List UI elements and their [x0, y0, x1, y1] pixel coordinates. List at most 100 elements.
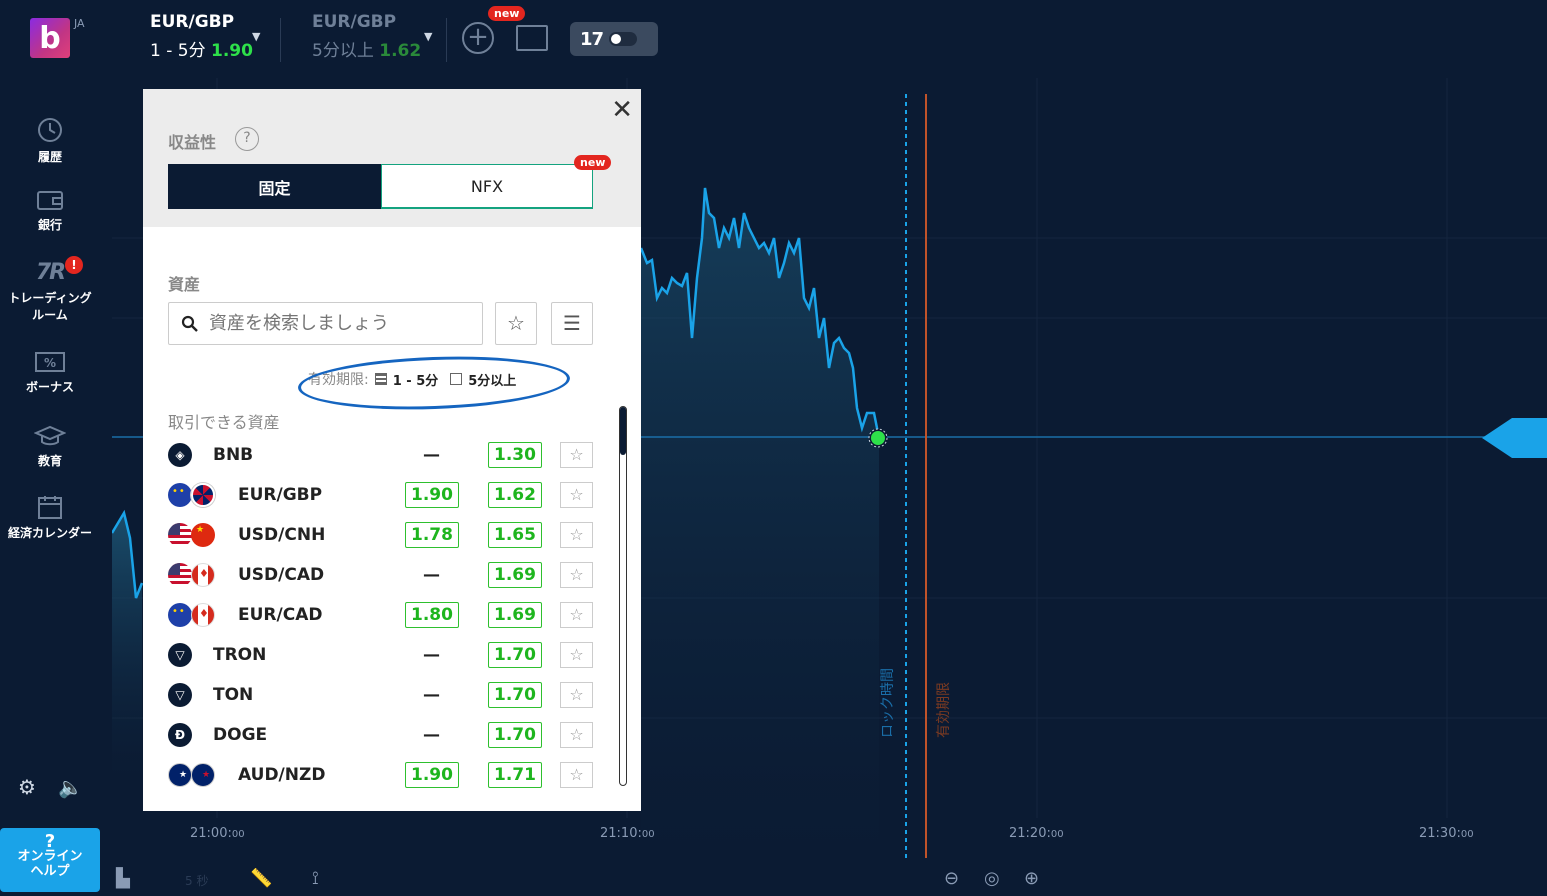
graduation-cap-icon	[34, 425, 66, 446]
bnb-icon: ◈	[168, 443, 192, 467]
asset-row-bnb[interactable]: ◈ BNB — 1.30 ☆	[168, 435, 598, 475]
sidebar-item-education[interactable]: 教育	[0, 424, 100, 469]
asset-name: BNB	[213, 445, 254, 465]
new-badge: new	[574, 155, 612, 170]
center-icon[interactable]: ◎	[984, 868, 1000, 889]
x-tick: 21:10:00	[600, 826, 655, 841]
alert-badge: !	[65, 256, 83, 274]
ton-icon: ▽	[168, 683, 192, 707]
asset-tab-1[interactable]: EUR/GBP 1 - 5分 1.90	[150, 12, 253, 61]
scrollbar[interactable]	[619, 406, 627, 786]
asset-tab-2[interactable]: EUR/GBP 5分以上 1.62	[312, 12, 421, 61]
asset-payout-long[interactable]: 1.30	[488, 442, 542, 468]
zoom-in-icon[interactable]: ⊕	[1024, 868, 1039, 889]
asset-name: EUR/GBP	[238, 485, 323, 505]
star-icon[interactable]: ☆	[560, 482, 593, 508]
asset-payout-long[interactable]: 1.71	[488, 762, 542, 788]
eu-flag-icon	[168, 603, 192, 627]
asset-payout-short[interactable]: 1.90	[405, 762, 459, 788]
sound-icon[interactable]: 🔈	[58, 775, 83, 799]
language-label[interactable]: JA	[74, 17, 85, 30]
asset-payout-long[interactable]: 1.69	[488, 602, 542, 628]
asset-tab-2-value: 1.62	[379, 41, 422, 61]
help-icon[interactable]: ?	[235, 127, 259, 151]
search-icon	[181, 315, 198, 332]
asset-row-tron[interactable]: ▽ TRON — 1.70 ☆	[168, 635, 598, 675]
star-icon: ☆	[507, 311, 525, 335]
star-icon[interactable]: ☆	[560, 602, 593, 628]
star-icon[interactable]: ☆	[560, 762, 593, 788]
asset-payout-short[interactable]: 1.80	[405, 602, 459, 628]
filter-button[interactable]: ☰	[551, 302, 593, 345]
x-tick: 21:00:00	[190, 826, 245, 841]
help-label: オンライン	[17, 849, 83, 864]
tradingview-logo-icon: 17	[580, 28, 604, 50]
asset-row-eurcad[interactable]: EUR/CAD 1.80 1.69 ☆	[168, 595, 598, 635]
ruler-icon[interactable]: 📏	[250, 868, 272, 889]
asset-tab-2-period: 5分以上	[312, 41, 374, 61]
sidebar-item-calendar[interactable]: 経済カレンダー	[0, 494, 100, 541]
asset-payout-long[interactable]: 1.70	[488, 722, 542, 748]
asset-name: EUR/CAD	[238, 605, 323, 625]
sidebar-item-history[interactable]: 履歴	[0, 116, 100, 165]
asset-payout-long[interactable]: 1.69	[488, 562, 542, 588]
online-help-button[interactable]: ? オンライン ヘルプ	[0, 828, 100, 892]
star-icon[interactable]: ☆	[560, 442, 593, 468]
svg-text:%: %	[44, 356, 56, 370]
search-input[interactable]	[209, 313, 469, 334]
star-icon[interactable]: ☆	[560, 522, 593, 548]
sidebar-item-bank[interactable]: 銀行	[0, 188, 100, 233]
us-flag-icon	[168, 523, 192, 547]
price-area-left	[112, 513, 142, 778]
drawing-tools-icon[interactable]: ⟟	[312, 868, 319, 889]
search-box[interactable]	[168, 302, 483, 345]
ca-flag-icon	[191, 563, 215, 587]
help-label: ヘルプ	[30, 864, 70, 879]
favorites-filter-button[interactable]: ☆	[495, 302, 537, 345]
asset-row-usdcad[interactable]: USD/CAD — 1.69 ☆	[168, 555, 598, 595]
sidebar-item-label: ルーム	[32, 308, 68, 322]
sidebar-item-bonus[interactable]: % ボーナス	[0, 350, 100, 395]
chevron-down-icon[interactable]: ▼	[424, 30, 432, 43]
star-icon[interactable]: ☆	[560, 722, 593, 748]
gear-icon[interactable]: ⚙	[18, 775, 36, 799]
asset-row-usdcnh[interactable]: USD/CNH 1.78 1.65 ☆	[168, 515, 598, 555]
divider	[280, 18, 281, 62]
close-icon[interactable]: ✕	[611, 95, 633, 125]
asset-payout-long[interactable]: 1.65	[488, 522, 542, 548]
asset-payout-short: —	[423, 685, 440, 705]
add-asset-button[interactable]: +	[462, 22, 494, 54]
cn-flag-icon	[191, 523, 215, 547]
brand-logo[interactable]: b	[30, 18, 70, 58]
tradingview-toggle[interactable]: 17	[570, 22, 658, 56]
asset-payout-short: —	[423, 725, 440, 745]
layout-icon[interactable]	[516, 25, 548, 51]
asset-payout-short[interactable]: 1.90	[405, 482, 459, 508]
asset-payout-long[interactable]: 1.70	[488, 682, 542, 708]
asset-row-eurgbp[interactable]: EUR/GBP 1.90 1.62 ☆	[168, 475, 598, 515]
trading-room-icon: 7R	[35, 260, 66, 285]
timeframe-label[interactable]: 5 秒	[185, 872, 208, 889]
asset-row-doge[interactable]: Ð DOGE — 1.70 ☆	[168, 715, 598, 755]
uk-flag-icon	[191, 483, 215, 507]
chevron-down-icon[interactable]: ▼	[252, 30, 260, 43]
zoom-out-icon[interactable]: ⊖	[944, 868, 959, 889]
asset-row-audnzd[interactable]: AUD/NZD 1.90 1.71 ☆	[168, 755, 598, 795]
asset-section-label: 資産	[168, 275, 201, 294]
price-area	[641, 188, 879, 858]
star-icon[interactable]: ☆	[560, 562, 593, 588]
tab-nfx[interactable]: NFX	[381, 164, 593, 209]
star-icon[interactable]: ☆	[560, 642, 593, 668]
asset-payout-short[interactable]: 1.78	[405, 522, 459, 548]
sidebar-item-trading-room[interactable]: 7R ! トレーディング ルーム	[0, 256, 100, 323]
tab-fixed[interactable]: 固定	[168, 164, 381, 209]
star-icon[interactable]: ☆	[560, 682, 593, 708]
chart-type-icon[interactable]: ▙	[116, 868, 130, 889]
asset-payout-long[interactable]: 1.62	[488, 482, 542, 508]
asset-payout-long[interactable]: 1.70	[488, 642, 542, 668]
asset-row-ton[interactable]: ▽ TON — 1.70 ☆	[168, 675, 598, 715]
history-icon	[38, 118, 62, 142]
profitability-label: 収益性	[168, 133, 217, 152]
toggle-switch[interactable]	[609, 32, 638, 46]
asset-tab-1-value: 1.90	[210, 41, 253, 61]
